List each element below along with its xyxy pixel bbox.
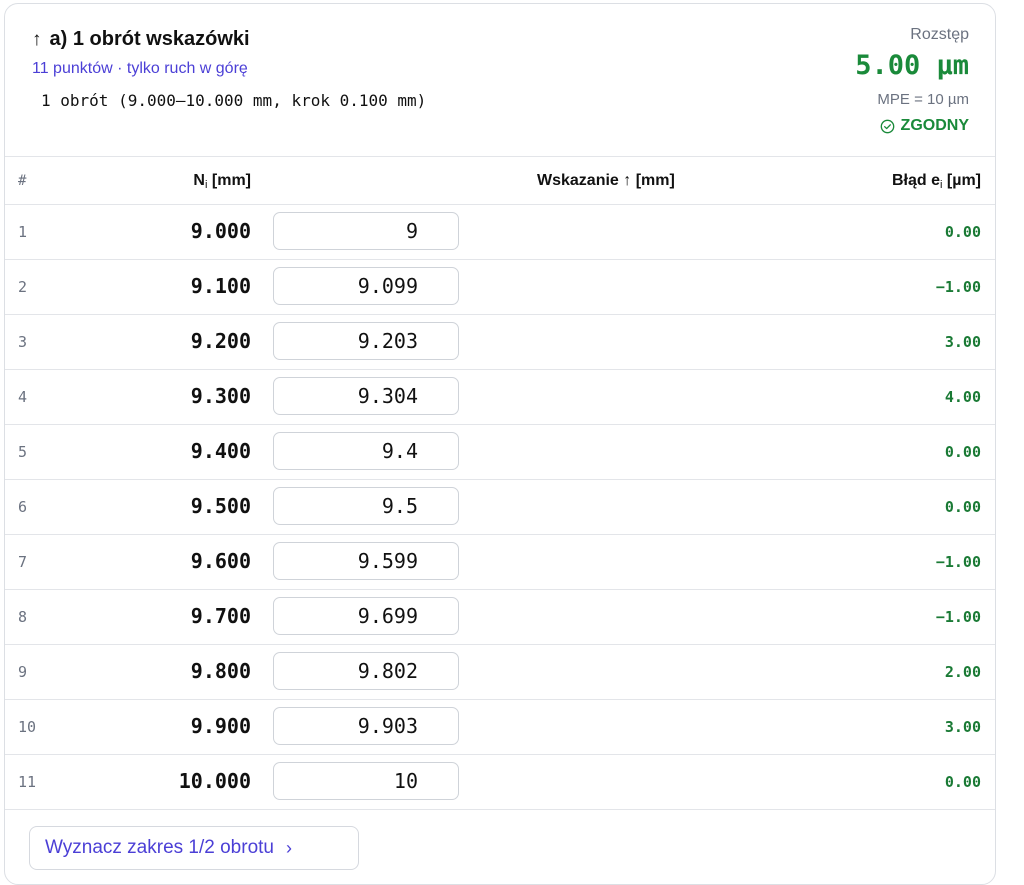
- row-number: 8: [18, 608, 28, 626]
- section-title-text: a) 1 obrót wskazówki: [49, 28, 250, 50]
- row-number: 6: [18, 498, 28, 516]
- table-row: 11 10.000 0.00: [5, 755, 995, 810]
- error-value: 0.00: [944, 443, 981, 461]
- error-value: 0.00: [944, 773, 981, 791]
- col-header-reading: Wskazanie ↑ [mm]: [537, 172, 675, 189]
- arrow-up-icon: ↑: [32, 28, 42, 50]
- reading-input[interactable]: [273, 762, 459, 800]
- row-number: 2: [18, 278, 28, 296]
- nominal-value: 9.500: [190, 494, 251, 518]
- row-number: 9: [18, 663, 28, 681]
- col-header-nominal: Ni [mm]: [193, 172, 251, 191]
- row-number: 10: [18, 718, 37, 736]
- card-header: ↑ a) 1 obrót wskazówki 11 punktów · tylk…: [5, 4, 995, 157]
- table-row: 3 9.200 3.00: [5, 315, 995, 370]
- section-title: ↑ a) 1 obrót wskazówki: [32, 28, 250, 51]
- error-value: 2.00: [944, 663, 981, 681]
- reading-input[interactable]: [273, 707, 459, 745]
- row-number: 5: [18, 443, 28, 461]
- table-row: 4 9.300 4.00: [5, 370, 995, 425]
- nominal-value: 9.000: [190, 219, 251, 243]
- reading-input[interactable]: [273, 597, 459, 635]
- status-badge: ZGODNY: [880, 117, 969, 135]
- row-number: 4: [18, 388, 28, 406]
- nominal-value: 9.300: [190, 384, 251, 408]
- row-number: 11: [18, 773, 37, 791]
- nominal-value: 9.400: [190, 439, 251, 463]
- reading-input[interactable]: [273, 542, 459, 580]
- table-row: 7 9.600 −1.00: [5, 535, 995, 590]
- reading-input[interactable]: [273, 377, 459, 415]
- reading-input[interactable]: [273, 652, 459, 690]
- table-row: 1 9.000 0.00: [5, 205, 995, 260]
- table-row: 9 9.800 2.00: [5, 645, 995, 700]
- range-value: 5.00 µm: [855, 50, 969, 81]
- mpe-value: MPE = 10 µm: [877, 91, 969, 108]
- col-header-number: #: [18, 173, 27, 189]
- row-number: 3: [18, 333, 28, 351]
- check-circle-icon: [880, 119, 894, 133]
- nominal-value: 9.800: [190, 659, 251, 683]
- nominal-value: 9.700: [190, 604, 251, 628]
- table-header: # Ni [mm] Wskazanie ↑ [mm] Błąd ei [µm]: [5, 156, 995, 205]
- table-row: 8 9.700 −1.00: [5, 590, 995, 645]
- section-subtitle: 11 punktów · tylko ruch w górę: [32, 60, 248, 77]
- error-value: 3.00: [944, 333, 981, 351]
- table-row: 10 9.900 3.00: [5, 700, 995, 755]
- nominal-value: 10.000: [178, 769, 251, 793]
- error-value: 0.00: [944, 498, 981, 516]
- reading-input[interactable]: [273, 432, 459, 470]
- measurement-card: ↑ a) 1 obrót wskazówki 11 punktów · tylk…: [4, 3, 996, 885]
- status-text: ZGODNY: [900, 117, 969, 134]
- range-description: 1 obrót (9.000–10.000 mm, krok 0.100 mm): [41, 91, 427, 110]
- next-range-button[interactable]: Wyznacz zakres 1/2 obrotu ›: [29, 826, 359, 870]
- next-range-button-label: Wyznacz zakres 1/2 obrotu: [45, 837, 274, 858]
- nominal-value: 9.200: [190, 329, 251, 353]
- nominal-value: 9.100: [190, 274, 251, 298]
- error-value: −1.00: [935, 278, 981, 296]
- nominal-value: 9.900: [190, 714, 251, 738]
- table-row: 2 9.100 −1.00: [5, 260, 995, 315]
- row-number: 7: [18, 553, 28, 571]
- table-body: 1 9.000 0.00 2 9.100 −1.00 3 9.200 3.00 …: [5, 205, 995, 810]
- reading-input[interactable]: [273, 212, 459, 250]
- error-value: 4.00: [944, 388, 981, 406]
- col-header-error: Błąd ei [µm]: [891, 172, 981, 191]
- error-value: 0.00: [944, 223, 981, 241]
- table-row: 6 9.500 0.00: [5, 480, 995, 535]
- reading-input[interactable]: [273, 267, 459, 305]
- chevron-right-icon: ›: [285, 837, 292, 858]
- error-value: −1.00: [935, 553, 981, 571]
- reading-input[interactable]: [273, 322, 459, 360]
- row-number: 1: [18, 223, 28, 241]
- reading-input[interactable]: [273, 487, 459, 525]
- table-row: 5 9.400 0.00: [5, 425, 995, 480]
- nominal-value: 9.600: [190, 549, 251, 573]
- range-label: Rozstęp: [910, 26, 969, 43]
- error-value: 3.00: [944, 718, 981, 736]
- error-value: −1.00: [935, 608, 981, 626]
